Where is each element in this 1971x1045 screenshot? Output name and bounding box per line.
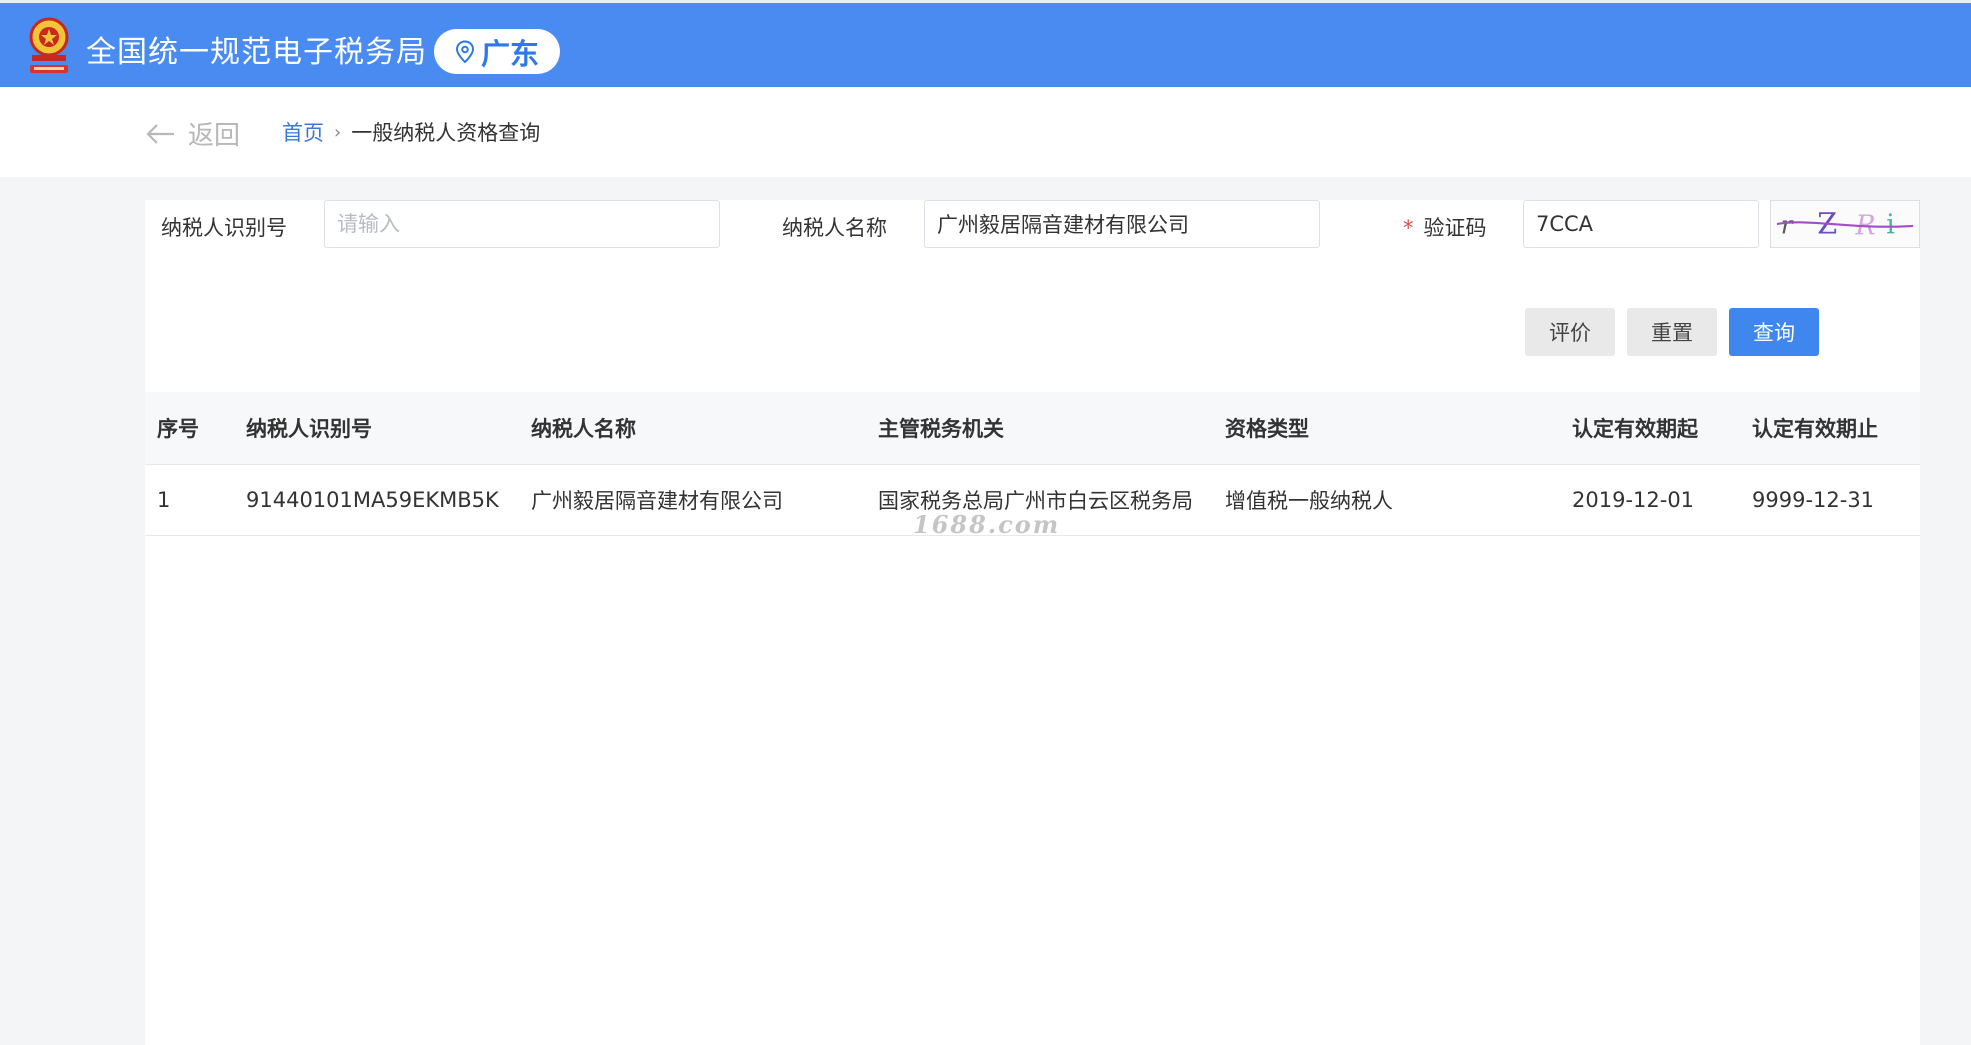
- table-cell-valid-to: 9999-12-31: [1752, 488, 1875, 512]
- evaluate-button[interactable]: 评价: [1525, 308, 1615, 356]
- location-pin-icon: [455, 39, 474, 63]
- back-button[interactable]: 返回: [146, 115, 240, 152]
- arrow-left-icon: [146, 123, 174, 144]
- table-cell-taxpayer-name: 广州毅居隔音建材有限公司: [531, 489, 783, 513]
- taxpayer-id-label: 纳税人识别号: [161, 216, 287, 240]
- table-cell-taxpayer-id: 91440101MA59EKMB5K: [246, 488, 499, 512]
- column-header: 资格类型: [1225, 417, 1309, 441]
- table-cell-valid-from: 2019-12-01: [1572, 488, 1695, 512]
- results-table: 序号 纳税人识别号 纳税人名称 主管税务机关 资格类型 认定有效期起 认定有效期…: [145, 392, 1920, 536]
- table-row[interactable]: 1 91440101MA59EKMB5K 广州毅居隔音建材有限公司 国家税务总局…: [145, 465, 1920, 536]
- svg-text:r: r: [1781, 211, 1795, 240]
- back-label: 返回: [188, 121, 241, 151]
- captcha-image[interactable]: r Z R i: [1770, 200, 1920, 248]
- breadcrumb-home-link[interactable]: 首页: [282, 117, 324, 147]
- column-header: 序号: [157, 417, 199, 441]
- captcha-input[interactable]: 7CCA: [1523, 200, 1759, 248]
- captcha-label-text: 验证码: [1423, 216, 1487, 240]
- region-selector[interactable]: 广东: [434, 29, 560, 74]
- table-cell-tax-authority: 国家税务总局广州市白云区税务局: [878, 489, 1193, 513]
- breadcrumb-bar: 返回 首页 › 一般纳税人资格查询: [0, 87, 1971, 177]
- column-header: 纳税人名称: [531, 417, 636, 441]
- table-cell-qualification-type: 增值税一般纳税人: [1225, 489, 1393, 513]
- reset-button[interactable]: 重置: [1627, 308, 1717, 356]
- table-header-row: 序号 纳税人识别号 纳税人名称 主管税务机关 资格类型 认定有效期起 认定有效期…: [145, 392, 1920, 465]
- breadcrumb-separator: ›: [334, 121, 342, 143]
- tax-emblem-icon: [29, 17, 69, 73]
- required-mark: *: [1403, 216, 1414, 240]
- svg-text:i: i: [1886, 210, 1895, 241]
- taxpayer-name-label: 纳税人名称: [782, 216, 887, 240]
- breadcrumb-current-page: 一般纳税人资格查询: [351, 121, 541, 145]
- column-header: 认定有效期起: [1572, 417, 1698, 441]
- taxpayer-name-input[interactable]: 广州毅居隔音建材有限公司: [924, 200, 1320, 248]
- site-title: 全国统一规范电子税务局: [86, 35, 427, 70]
- query-button[interactable]: 查询: [1729, 308, 1819, 356]
- column-header: 认定有效期止: [1752, 417, 1878, 441]
- captcha-label: * 验证码: [1403, 212, 1487, 242]
- query-panel: 纳税人识别号 纳税人名称 广州毅居隔音建材有限公司 * 验证码 7CCA r Z …: [145, 200, 1920, 1045]
- table-cell-index: 1: [157, 488, 171, 512]
- taxpayer-id-input[interactable]: [324, 200, 720, 248]
- column-header: 主管税务机关: [878, 417, 1004, 441]
- top-header-bar: 全国统一规范电子税务局 广东: [0, 0, 1971, 87]
- region-label: 广东: [480, 36, 539, 71]
- breadcrumb: 首页 › 一般纳税人资格查询: [282, 117, 540, 147]
- column-header: 纳税人识别号: [246, 417, 372, 441]
